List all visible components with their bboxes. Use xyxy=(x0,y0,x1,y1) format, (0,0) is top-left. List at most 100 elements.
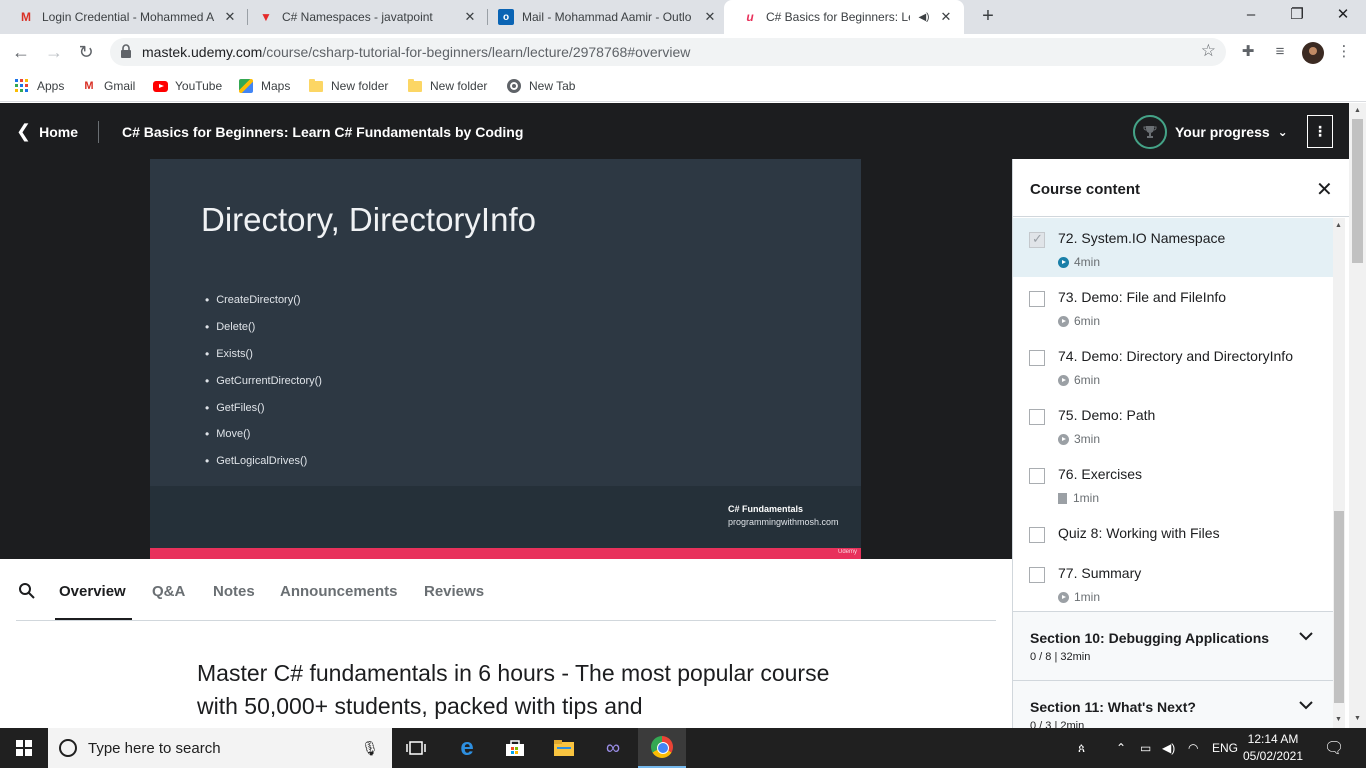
close-window-button[interactable]: ✕ xyxy=(1320,0,1366,30)
section-header-10[interactable]: Section 10: Debugging Applications 0 / 8… xyxy=(1013,611,1333,681)
tab-reviews[interactable]: Reviews xyxy=(424,583,484,600)
show-hidden-icons-icon[interactable]: ⌃ xyxy=(1116,728,1126,768)
windows-start-button[interactable] xyxy=(0,728,48,768)
task-view-icon[interactable] xyxy=(392,728,440,768)
lecture-item[interactable]: 72. System.IO Namespace 4min xyxy=(1013,218,1333,277)
lecture-item[interactable]: 76. Exercises 1min xyxy=(1013,454,1333,513)
notification-center-icon[interactable]: 🗨 xyxy=(1324,728,1344,768)
reload-icon[interactable]: ↻ xyxy=(74,40,98,64)
more-options-button[interactable]: ⋮ xyxy=(1307,115,1333,148)
lecture-item[interactable]: 74. Demo: Directory and DirectoryInfo 6m… xyxy=(1013,336,1333,395)
chrome-taskbar-icon[interactable] xyxy=(638,728,686,768)
chevron-down-icon: ⌄ xyxy=(1277,125,1288,139)
back-arrow-icon[interactable]: ← xyxy=(9,40,33,64)
close-tab-icon[interactable]: ✕ xyxy=(222,9,238,25)
close-tab-icon[interactable]: ✕ xyxy=(462,9,478,25)
tab-qa[interactable]: Q&A xyxy=(152,583,185,600)
bookmark-label: New folder xyxy=(430,79,488,93)
extensions-puzzle-icon[interactable]: ✚ xyxy=(1238,42,1258,62)
tab-announcements[interactable]: Announcements xyxy=(280,583,398,600)
forward-arrow-icon[interactable]: → xyxy=(42,40,66,64)
course-title[interactable]: C# Basics for Beginners: Learn C# Fundam… xyxy=(122,124,523,140)
section-stats: 0 / 3 | 2min xyxy=(1030,720,1085,728)
course-header: ❮ Home C# Basics for Beginners: Learn C#… xyxy=(0,103,1349,159)
lecture-item[interactable]: 75. Demo: Path 3min xyxy=(1013,395,1333,454)
speaker-icon[interactable]: ◀) xyxy=(916,12,932,23)
profile-avatar[interactable] xyxy=(1302,42,1324,64)
cortana-circle-icon xyxy=(59,739,77,757)
slide-bullet: GetCurrentDirectory() xyxy=(205,367,322,394)
browser-tab-udemy[interactable]: u C# Basics for Beginners: Lear ◀) ✕ xyxy=(724,0,964,34)
clock-date: 05/02/2021 xyxy=(1242,749,1304,763)
completion-checkbox[interactable] xyxy=(1029,231,1045,248)
edge-browser-icon[interactable]: e xyxy=(443,728,491,768)
bookmark-gmail[interactable]: M Gmail xyxy=(81,76,135,96)
sidebar-header: Course content ✕ xyxy=(1013,159,1349,217)
file-explorer-icon[interactable] xyxy=(540,728,588,768)
folder-icon xyxy=(308,78,324,94)
scroll-up-arrow-icon[interactable]: ▲ xyxy=(1354,107,1361,114)
completion-checkbox[interactable] xyxy=(1029,527,1045,543)
completion-checkbox[interactable] xyxy=(1029,409,1045,425)
search-icon[interactable] xyxy=(18,582,36,600)
sidebar-scrollbar[interactable]: ▲ ▼ xyxy=(1333,218,1345,728)
scroll-down-arrow-icon[interactable]: ▼ xyxy=(1354,715,1361,722)
scrollbar-thumb[interactable] xyxy=(1334,511,1344,703)
bookmark-folder-2[interactable]: New folder xyxy=(407,76,487,96)
tab-notes[interactable]: Notes xyxy=(213,583,255,600)
completion-checkbox[interactable] xyxy=(1029,567,1045,583)
section-title: Section 11: What's Next? xyxy=(1030,699,1196,715)
bookmark-new-tab[interactable]: New Tab xyxy=(506,76,575,96)
microphone-icon[interactable]: 🎙 xyxy=(360,740,380,757)
tabs-divider xyxy=(16,620,996,621)
slide-bullet: Move() xyxy=(205,421,322,448)
restore-button[interactable]: ❐ xyxy=(1274,0,1320,30)
taskbar-search-box[interactable]: Type here to search 🎙 xyxy=(48,728,392,768)
bookmark-folder-1[interactable]: New folder xyxy=(308,76,388,96)
completion-checkbox[interactable] xyxy=(1029,291,1045,307)
bookmark-apps[interactable]: Apps xyxy=(14,76,64,96)
infinity-app-icon[interactable]: ∞ xyxy=(589,728,637,768)
browser-tab-outlook[interactable]: o Mail - Mohammad Aamir - Outlo ✕ xyxy=(480,0,728,34)
lecture-item[interactable]: 73. Demo: File and FileInfo 6min xyxy=(1013,277,1333,336)
lecture-duration: 1min xyxy=(1058,491,1099,505)
scrollbar-thumb[interactable] xyxy=(1352,119,1363,263)
section-header-11[interactable]: Section 11: What's Next? 0 / 3 | 2min xyxy=(1013,680,1333,728)
system-clock[interactable]: 12:14 AM 05/02/2021 xyxy=(1240,731,1306,765)
bookmark-star-icon[interactable]: ☆ xyxy=(1201,41,1216,61)
close-tab-icon[interactable]: ✕ xyxy=(702,9,718,25)
close-icon[interactable]: ✕ xyxy=(1316,177,1333,202)
scroll-down-arrow-icon[interactable]: ▼ xyxy=(1335,716,1342,723)
browser-tab-gmail[interactable]: M Login Credential - Mohammed A ✕ xyxy=(0,0,248,34)
wifi-icon[interactable]: ◠ xyxy=(1188,728,1198,768)
volume-icon[interactable]: ◀) xyxy=(1162,728,1175,768)
language-indicator[interactable]: ENG xyxy=(1212,728,1238,768)
scroll-up-arrow-icon[interactable]: ▲ xyxy=(1335,222,1342,229)
progress-dropdown[interactable]: Your progress ⌄ xyxy=(1133,115,1288,149)
completion-checkbox[interactable] xyxy=(1029,468,1045,484)
people-icon[interactable]: ጰ xyxy=(1078,728,1085,768)
quiz-item[interactable]: Quiz 8: Working with Files xyxy=(1013,513,1333,553)
lecture-slide[interactable]: Directory, DirectoryInfo CreateDirectory… xyxy=(150,159,861,559)
new-tab-button[interactable]: + xyxy=(976,5,1000,29)
home-link[interactable]: ❮ Home xyxy=(16,121,78,142)
bookmark-youtube[interactable]: YouTube xyxy=(152,76,222,96)
completion-checkbox[interactable] xyxy=(1029,350,1045,366)
lecture-name: 77. Summary xyxy=(1058,565,1142,581)
page-scrollbar[interactable]: ▲ ▼ xyxy=(1349,103,1366,728)
slide-footer-site: programmingwithmosh.com xyxy=(728,517,839,527)
chrome-menu-icon[interactable]: ⋮ xyxy=(1334,42,1354,62)
browser-tab-strip: M Login Credential - Mohammed A ✕ ▼ C# N… xyxy=(0,0,1366,34)
media-queue-icon[interactable]: ≡ xyxy=(1270,42,1290,62)
close-tab-icon[interactable]: ✕ xyxy=(938,9,954,25)
microsoft-store-icon[interactable] xyxy=(491,728,539,768)
battery-icon[interactable]: ▭ xyxy=(1140,728,1151,768)
tab-overview[interactable]: Overview xyxy=(59,583,126,600)
address-bar[interactable]: mastek.udemy.com/course/csharp-tutorial-… xyxy=(110,38,1226,66)
lecture-item[interactable]: 77. Summary 1min xyxy=(1013,553,1333,612)
search-placeholder: Type here to search xyxy=(88,739,221,757)
minimize-button[interactable]: – xyxy=(1228,0,1274,30)
slide-footer-title: C# Fundamentals xyxy=(728,504,804,514)
bookmark-maps[interactable]: Maps xyxy=(238,76,290,96)
browser-tab-javatpoint[interactable]: ▼ C# Namespaces - javatpoint ✕ xyxy=(240,0,488,34)
